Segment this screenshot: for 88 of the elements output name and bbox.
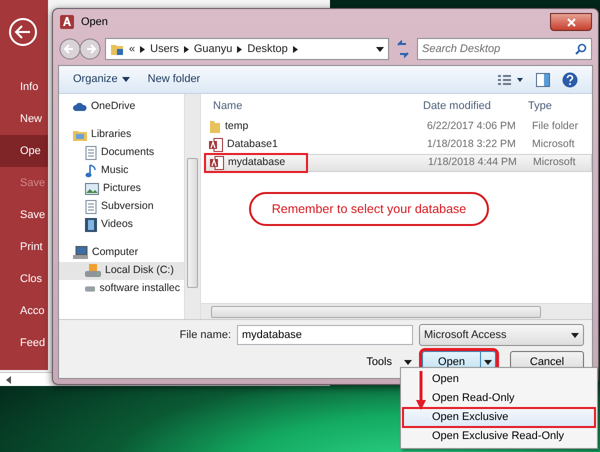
caret-icon <box>571 332 579 338</box>
new-folder-button[interactable]: New folder <box>148 71 200 88</box>
file-name-cell[interactable]: mydatabase <box>206 155 306 171</box>
caret-icon <box>484 360 492 364</box>
file-row[interactable]: Database1 1/18/2018 3:22 PM Microsoft <box>205 136 592 154</box>
address-bar[interactable]: « Users Guanyu Desktop <box>105 38 389 60</box>
tools-button[interactable]: Tools <box>366 351 412 373</box>
date-cell-text: 1/18/2018 4:44 PM <box>428 155 518 170</box>
file-name-cell[interactable]: Database1 <box>205 136 427 154</box>
scroll-left-icon[interactable] <box>5 376 13 384</box>
drive-icon <box>85 285 96 293</box>
cloud-icon <box>73 102 87 112</box>
preview-pane-icon[interactable] <box>536 72 550 86</box>
chevron-icon <box>292 46 298 52</box>
view-options-icon[interactable] <box>498 74 524 86</box>
menu-item[interactable]: Open Read-Only <box>403 389 595 408</box>
file-row[interactable]: temp 6/22/2017 4:06 PM File folder <box>205 118 592 136</box>
type-cell-text: File folder <box>532 119 580 134</box>
search-icon[interactable] <box>575 43 587 55</box>
breadcrumb-item[interactable]: Guanyu <box>194 40 232 58</box>
nav-item[interactable]: OneDrive <box>59 98 184 116</box>
file-name-cell[interactable]: temp <box>205 118 427 136</box>
nav-item[interactable]: Pictures <box>59 180 184 198</box>
column-header[interactable]: Type <box>528 98 592 114</box>
nav-item[interactable]: Local Disk (C:) <box>59 262 184 280</box>
backstage-item[interactable]: Info <box>0 71 48 103</box>
folder-icon <box>209 120 221 134</box>
type-cell-text: Microsoft <box>532 137 576 152</box>
document-icon <box>85 146 97 160</box>
file-name-field[interactable]: mydatabase <box>237 325 413 345</box>
access-file-icon <box>209 138 223 152</box>
file-row[interactable]: mydatabase 1/18/2018 4:44 PM Microsoft <box>205 154 592 172</box>
menu-item[interactable]: Open <box>403 370 595 389</box>
breadcrumb-item[interactable]: Desktop <box>247 40 288 58</box>
backstage-item[interactable]: Clos <box>0 263 48 295</box>
disk-icon <box>85 264 101 278</box>
backstage-item[interactable]: Feed <box>0 327 48 359</box>
backstage-item[interactable]: Acco <box>0 295 48 327</box>
access-logo-icon <box>59 14 75 30</box>
folder-icon <box>110 42 124 56</box>
nav-item[interactable]: Subversion <box>59 198 184 216</box>
annotation-arrow <box>416 371 426 411</box>
dialog-title: Open <box>81 14 108 30</box>
help-icon[interactable] <box>562 72 578 88</box>
file-type-dropdown[interactable]: Microsoft Access <box>419 324 584 346</box>
backstage-item[interactable]: New <box>0 103 48 135</box>
library-icon <box>73 128 87 142</box>
organize-button[interactable]: Organize <box>73 71 130 88</box>
caret-icon <box>376 46 384 52</box>
forward-nav-icon[interactable] <box>79 38 101 60</box>
type-cell-text: Microsoft <box>533 155 577 170</box>
close-button[interactable] <box>550 13 592 31</box>
caret-icon <box>404 360 412 364</box>
backstage-item[interactable]: Print <box>0 231 48 263</box>
chevron-icon <box>237 46 242 52</box>
backstage-item[interactable]: Save <box>0 199 48 231</box>
picture-icon <box>85 183 99 195</box>
nav-item[interactable]: Videos <box>59 216 184 234</box>
access-file-icon <box>210 156 224 170</box>
nav-item[interactable]: Music <box>59 162 184 180</box>
back-nav-icon[interactable] <box>59 38 81 60</box>
file-name-label: File name: <box>180 328 231 343</box>
column-header[interactable]: Date modified <box>423 98 528 114</box>
close-icon <box>566 18 576 27</box>
chevron-icon <box>140 46 146 52</box>
back-icon[interactable] <box>8 17 38 47</box>
date-cell-text: 1/18/2018 3:22 PM <box>427 137 517 152</box>
scrollbar[interactable] <box>184 94 201 319</box>
nav-item[interactable]: software installec <box>59 280 184 298</box>
film-icon <box>85 218 97 232</box>
nav-item[interactable]: Libraries <box>59 126 184 144</box>
search-field[interactable]: Search Desktop <box>417 38 592 60</box>
callout-bubble: Remember to select your database <box>249 192 489 226</box>
overflow-chevron[interactable]: « <box>129 40 136 58</box>
nav-item[interactable]: Computer <box>59 244 184 262</box>
document-icon <box>85 200 97 214</box>
date-cell-text: 6/22/2017 4:06 PM <box>427 119 517 134</box>
music-note-icon <box>85 164 97 178</box>
backstage-item[interactable]: Ope <box>0 135 48 167</box>
breadcrumb-item[interactable]: Users <box>150 40 179 58</box>
menu-item[interactable]: Open Exclusive <box>403 408 595 427</box>
nav-item[interactable]: Documents <box>59 144 184 162</box>
computer-icon <box>73 246 88 260</box>
scrollbar[interactable] <box>201 303 592 319</box>
menu-item[interactable]: Open Exclusive Read-Only <box>403 427 595 446</box>
column-header[interactable]: Name <box>201 94 423 118</box>
chevron-icon <box>184 46 189 52</box>
caret-icon <box>122 77 130 82</box>
